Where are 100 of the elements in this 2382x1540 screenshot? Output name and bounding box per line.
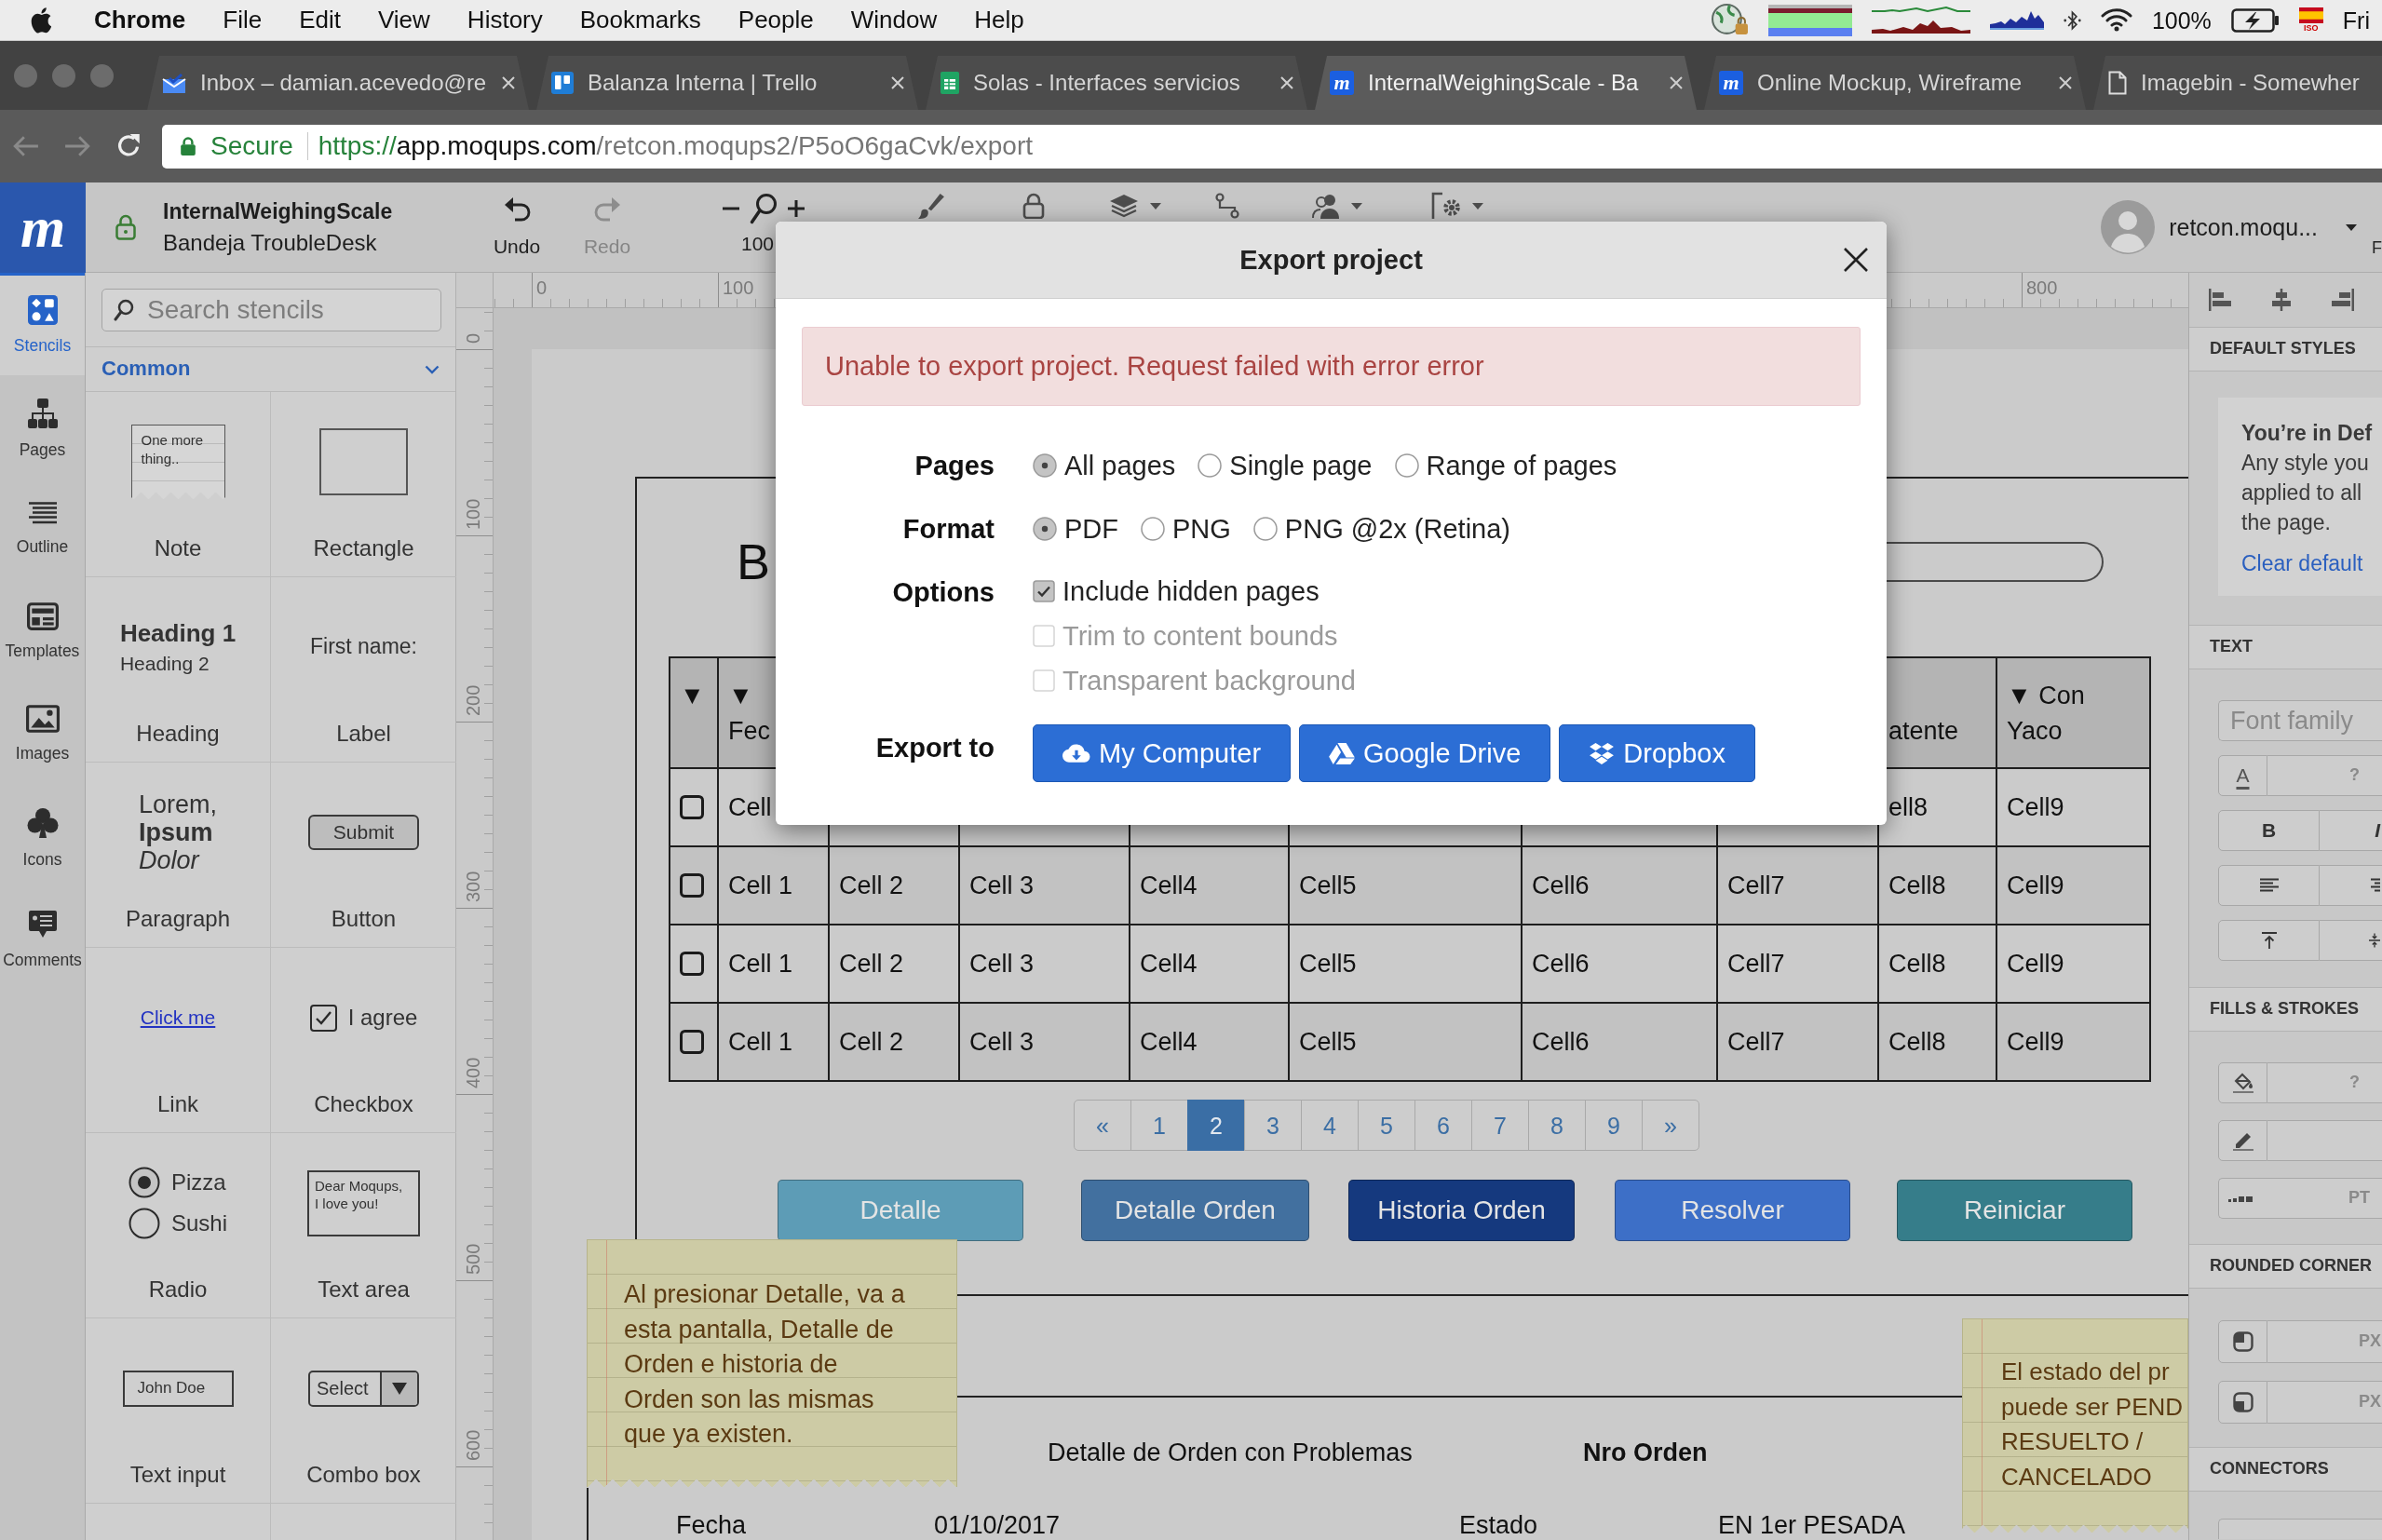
browser-tab[interactable]: Solas - Interfaces servicios <box>926 56 1307 110</box>
close-icon[interactable] <box>1843 247 1869 273</box>
stencil-label[interactable]: Label <box>336 720 391 748</box>
option-label[interactable]: PNG <box>1172 512 1231 546</box>
option-text[interactable]: Include hidden pages <box>1062 574 1320 608</box>
caret-icon[interactable] <box>2346 223 2357 231</box>
zoom-out-icon[interactable] <box>723 207 739 210</box>
group-title[interactable]: Common <box>102 357 191 382</box>
option-label[interactable]: Range of pages <box>1426 449 1617 482</box>
radio-button[interactable] <box>1198 453 1223 478</box>
bold-button[interactable]: B <box>2218 810 2320 851</box>
project-title[interactable]: InternalWeighingScale <box>163 196 442 227</box>
pencil-icon[interactable] <box>2232 1130 2253 1151</box>
connector-icon[interactable] <box>1215 193 1239 219</box>
battery-charging-icon[interactable] <box>2230 7 2280 33</box>
action-button[interactable]: Reiniciar <box>1897 1180 2132 1241</box>
user-name[interactable]: retcon.moqu... <box>2169 213 2318 241</box>
page-link[interactable]: 2 <box>1187 1100 1245 1151</box>
text-align-right-icon[interactable] <box>2371 878 2380 893</box>
menu-item[interactable]: Chrome <box>94 5 186 35</box>
stencil-label[interactable]: Text input <box>129 1461 226 1489</box>
sidebar-tab[interactable]: Images <box>0 682 85 785</box>
radio-button[interactable] <box>1252 517 1278 541</box>
browser-tab[interactable]: Inbox – damian.acevedo@re <box>147 56 529 110</box>
export-button[interactable]: My Computer <box>1033 724 1292 782</box>
fill-color-button[interactable] <box>2218 1062 2267 1103</box>
option-label[interactable]: PNG @2x (Retina) <box>1284 512 1510 546</box>
browser-tab[interactable]: Balanza Interna | Trello <box>536 56 918 110</box>
network-graph-icon[interactable] <box>1871 7 1970 34</box>
lock-icon[interactable] <box>115 214 136 240</box>
checkbox[interactable] <box>680 795 704 819</box>
option-label[interactable]: PDF <box>1064 512 1118 546</box>
reload-icon[interactable] <box>115 133 142 159</box>
checkbox[interactable] <box>680 952 704 976</box>
search-field[interactable]: Search stencils <box>102 289 441 331</box>
menu-item[interactable]: View <box>377 5 430 35</box>
lock-icon[interactable] <box>1022 193 1045 219</box>
column-header[interactable]: ▼ <box>680 678 705 713</box>
menu-item[interactable]: Window <box>850 5 938 35</box>
clear-defaults-link[interactable]: Clear default <box>2241 548 2382 578</box>
users-icon[interactable] <box>1312 193 1340 219</box>
align-left-edge-icon[interactable] <box>2209 289 2233 311</box>
option-label[interactable]: All pages <box>1064 449 1176 482</box>
page-title[interactable]: Bandeja TroubleDesk <box>163 227 442 259</box>
text-align-left-icon[interactable] <box>2259 878 2279 893</box>
stencil-label[interactable]: Radio <box>148 1276 208 1304</box>
caret-icon[interactable] <box>1472 202 1483 209</box>
layers-icon[interactable] <box>1109 194 1139 218</box>
rounded-square-icon[interactable] <box>2232 1392 2253 1412</box>
flag-icon[interactable] <box>2298 7 2323 23</box>
stencil-label[interactable]: Combo box <box>306 1461 421 1489</box>
font-color-button[interactable]: A <box>2218 755 2267 796</box>
menu-item[interactable]: Help <box>974 5 1024 35</box>
gear-icon[interactable] <box>1431 192 1461 220</box>
stencil-label[interactable]: Heading <box>136 720 220 748</box>
option-label[interactable]: Single page <box>1229 449 1373 482</box>
menu-item[interactable]: Edit <box>299 5 341 35</box>
stencil-label[interactable]: Note <box>154 534 202 562</box>
action-button[interactable]: Detalle Orden <box>1081 1180 1309 1241</box>
stencil-label[interactable]: Text area <box>318 1276 410 1304</box>
font-family-field[interactable]: Font family <box>2218 700 2382 741</box>
undo-button[interactable]: Undo <box>489 182 545 272</box>
radio-button[interactable] <box>1033 517 1057 541</box>
globe-with-lock-icon[interactable] <box>1711 4 1749 36</box>
bluetooth-icon[interactable] <box>2063 8 2081 32</box>
menu-item[interactable]: Bookmarks <box>579 5 701 35</box>
menu-item[interactable]: People <box>738 5 814 35</box>
sidebar-tab[interactable]: Stencils <box>0 273 85 375</box>
radio-button[interactable] <box>1394 453 1419 478</box>
stencil-label[interactable]: Rectangle <box>313 534 414 562</box>
chevron-down-icon[interactable] <box>425 364 440 374</box>
sidebar-tab[interactable]: Pages <box>0 375 85 478</box>
stencil-label[interactable]: Link <box>157 1090 198 1118</box>
stencil-label[interactable]: Button <box>331 905 397 933</box>
align-middle-icon[interactable] <box>2369 931 2380 950</box>
radio-button[interactable] <box>1033 453 1057 478</box>
browser-tab[interactable]: m Online Mockup, Wireframe <box>1704 56 2086 110</box>
action-button[interactable]: Resolver <box>1615 1180 1850 1241</box>
undo-icon[interactable] <box>503 196 531 222</box>
stroke-color-button[interactable] <box>2218 1120 2267 1161</box>
memory-graph-icon[interactable] <box>1767 4 1852 36</box>
cpu-graph-icon[interactable] <box>1989 10 2044 30</box>
checkbox[interactable] <box>680 873 704 898</box>
sidebar-tab[interactable]: Comments <box>0 887 85 990</box>
align-right-edge-icon[interactable] <box>2330 289 2354 311</box>
zoom-icon[interactable] <box>750 193 778 224</box>
app-logo[interactable]: m <box>0 182 86 273</box>
search-icon[interactable] <box>114 299 134 321</box>
rounded-square-icon[interactable] <box>2232 1331 2253 1352</box>
sidebar-tab[interactable]: Templates <box>0 580 85 682</box>
corner-radius-button[interactable] <box>2218 1381 2267 1424</box>
export-button[interactable]: Google Drive <box>1299 724 1551 782</box>
browser-tab[interactable]: m InternalWeighingScale - Ba <box>1315 56 1697 110</box>
wifi-icon[interactable] <box>2100 8 2132 32</box>
url-text[interactable]: https://app.moqups.com/retcon.moqups2/P5oO6gaCvk/export <box>318 130 1034 162</box>
caret-icon[interactable] <box>1351 202 1362 209</box>
apple-icon[interactable] <box>31 7 51 34</box>
paint-bucket-icon[interactable] <box>2232 1073 2253 1093</box>
corner-radius-button[interactable] <box>2218 1320 2267 1363</box>
align-center-icon[interactable] <box>2269 289 2294 311</box>
